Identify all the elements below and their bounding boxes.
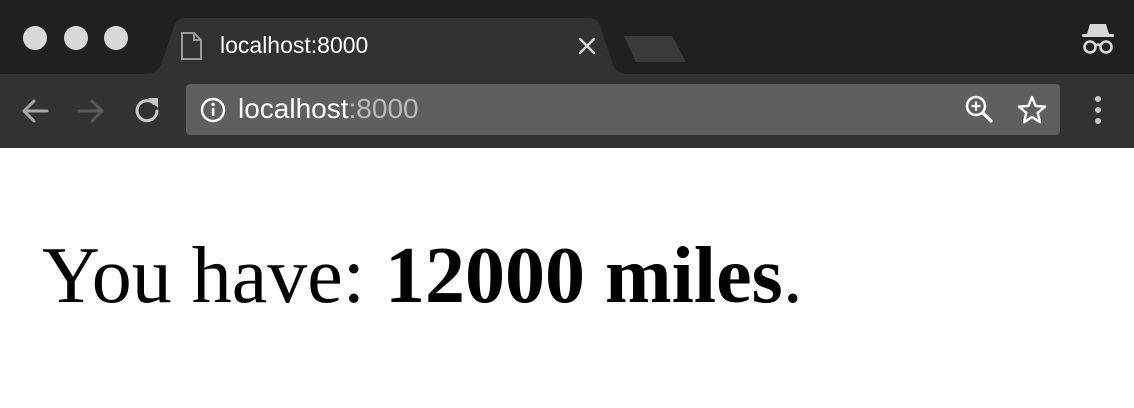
back-arrow-icon[interactable] bbox=[18, 94, 52, 128]
address-host: localhost bbox=[238, 93, 349, 124]
minimize-window-button[interactable] bbox=[64, 26, 88, 50]
page-icon bbox=[181, 32, 202, 60]
tab-title: localhost:8000 bbox=[220, 32, 369, 58]
address-bar[interactable]: localhost:8000 bbox=[186, 84, 1060, 135]
close-window-button[interactable] bbox=[23, 26, 47, 50]
message-prefix: You have: bbox=[42, 232, 386, 320]
bookmark-star-icon[interactable] bbox=[1016, 94, 1048, 126]
zoom-in-icon[interactable] bbox=[964, 94, 994, 124]
more-menu-icon[interactable] bbox=[1086, 94, 1110, 128]
address-port: :8000 bbox=[348, 93, 419, 124]
miles-message: You have: 12000 miles. bbox=[42, 231, 803, 321]
message-suffix: . bbox=[782, 232, 803, 320]
close-tab-icon[interactable] bbox=[574, 33, 600, 59]
browser-titlebar: localhost:8000 bbox=[0, 0, 1134, 74]
miles-amount: 12000 miles bbox=[385, 232, 783, 320]
tab-background bbox=[146, 18, 628, 74]
tab-localhost[interactable]: localhost:8000 bbox=[146, 18, 628, 74]
reload-icon[interactable] bbox=[130, 94, 164, 128]
new-tab-button[interactable] bbox=[622, 34, 688, 64]
forward-arrow-icon[interactable] bbox=[74, 94, 108, 128]
incognito-icon bbox=[1082, 24, 1114, 54]
address-text[interactable]: localhost:8000 bbox=[238, 93, 419, 125]
page-content: You have: 12000 miles. bbox=[0, 148, 1134, 408]
info-icon[interactable] bbox=[200, 97, 226, 123]
maximize-window-button[interactable] bbox=[104, 26, 128, 50]
browser-toolbar: localhost:8000 bbox=[0, 74, 1134, 148]
